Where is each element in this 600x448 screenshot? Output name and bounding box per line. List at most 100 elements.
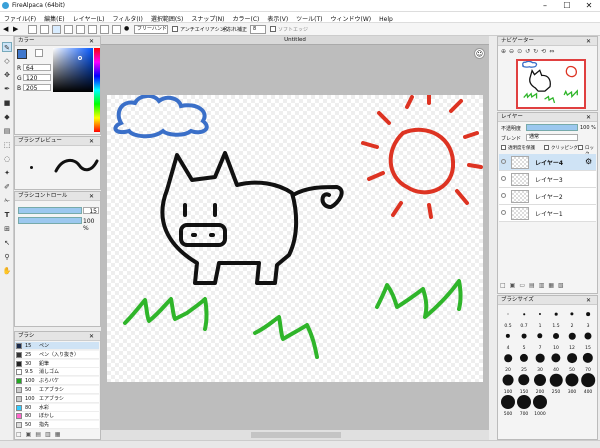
- draw-mode-select[interactable]: フリーハンド: [134, 25, 168, 34]
- brush-list-item[interactable]: 9.5 消しゴム: [15, 368, 99, 377]
- brush-size-option[interactable]: 1: [532, 306, 548, 329]
- brush-size-value[interactable]: 15: [83, 207, 99, 215]
- rotate-reset-icon[interactable]: ⟲: [541, 48, 549, 55]
- select-pen-tool-icon[interactable]: ✐: [2, 182, 12, 192]
- brush-list-item[interactable]: 80 ぼかし: [15, 412, 99, 421]
- snap-perspective-icon[interactable]: [100, 25, 109, 34]
- layer-settings-icon[interactable]: ⚙: [585, 157, 592, 166]
- panel-close-icon[interactable]: ✕: [89, 137, 94, 146]
- new-layer-icon[interactable]: □: [500, 282, 510, 289]
- select-eraser-tool-icon[interactable]: ✁: [2, 196, 12, 206]
- layer-visibility-icon[interactable]: [501, 159, 506, 164]
- antialias-checkbox[interactable]: [172, 26, 178, 32]
- delete-layer-icon[interactable]: ▧: [558, 282, 568, 289]
- flip-icon[interactable]: ⇔: [549, 48, 557, 55]
- brush-size-slider[interactable]: [18, 207, 82, 214]
- fill-tool-icon[interactable]: ■: [2, 98, 12, 108]
- import-brush-icon[interactable]: ▥: [45, 431, 55, 438]
- brush-size-option[interactable]: 40: [548, 350, 564, 373]
- brush-list-item[interactable]: 50 エアブラシ: [15, 386, 99, 394]
- panel-close-icon[interactable]: ✕: [89, 332, 94, 341]
- layer-visibility-icon[interactable]: [501, 193, 506, 198]
- brush-size-option[interactable]: 20: [500, 350, 516, 373]
- delete-brush-icon[interactable]: ▦: [55, 431, 65, 438]
- move-tool-icon[interactable]: ✥: [2, 70, 12, 80]
- brush-size-option[interactable]: 3: [580, 306, 596, 329]
- layer-opacity-slider[interactable]: [526, 124, 578, 131]
- brush-size-option[interactable]: 400: [580, 372, 596, 395]
- new-8bit-layer-icon[interactable]: ▣: [510, 282, 520, 289]
- brush-size-option[interactable]: 4: [500, 328, 516, 351]
- panel-close-icon[interactable]: ✕: [586, 113, 591, 122]
- close-button[interactable]: ✕: [578, 0, 600, 12]
- brush-size-option[interactable]: 700: [516, 394, 532, 417]
- soft-edge-checkbox[interactable]: [270, 26, 276, 32]
- select-tool-icon[interactable]: ⬚: [2, 140, 12, 150]
- brush-tool-icon[interactable]: ✎: [2, 42, 12, 52]
- snap-curve-icon[interactable]: [76, 25, 85, 34]
- brush-list-item[interactable]: 15 ペン: [15, 342, 99, 350]
- panel-close-icon[interactable]: ✕: [89, 37, 94, 46]
- next-icon[interactable]: ▶: [13, 25, 22, 34]
- brush-size-option[interactable]: 200: [532, 372, 548, 395]
- brush-size-option[interactable]: 1.5: [548, 306, 564, 329]
- clear-layer-icon[interactable]: ▦: [548, 282, 558, 289]
- brush-size-option[interactable]: 150: [516, 372, 532, 395]
- blend-mode-select[interactable]: 通常: [526, 134, 578, 141]
- brush-size-option[interactable]: 5: [516, 328, 532, 351]
- duplicate-layer-icon[interactable]: ▤: [529, 282, 539, 289]
- background-color-swatch[interactable]: [35, 49, 43, 57]
- eraser-tool-icon[interactable]: ◇: [2, 56, 12, 66]
- panel-close-icon[interactable]: ✕: [89, 192, 94, 201]
- drawing-canvas[interactable]: [107, 93, 483, 382]
- brush-size-option[interactable]: 50: [564, 350, 580, 373]
- pen-tool-icon[interactable]: ✒: [2, 84, 12, 94]
- snap-settings-icon[interactable]: [112, 25, 121, 34]
- snap-circle-icon[interactable]: [88, 25, 97, 34]
- horizontal-scrollbar[interactable]: [101, 430, 489, 440]
- brush-size-option[interactable]: 2: [564, 306, 580, 329]
- layer-visibility-icon[interactable]: [501, 176, 506, 181]
- bucket-tool-icon[interactable]: ◆: [2, 112, 12, 122]
- g-input[interactable]: 120: [23, 74, 51, 82]
- brush-list-item[interactable]: 100 ぶらバケ: [15, 377, 99, 386]
- saturation-value-picker[interactable]: [53, 48, 93, 92]
- snap-parallel-icon[interactable]: [40, 25, 49, 34]
- navigator-thumbnail[interactable]: [516, 59, 586, 109]
- protect-alpha-checkbox[interactable]: [501, 145, 506, 150]
- merge-layer-icon[interactable]: ▥: [539, 282, 549, 289]
- brush-list-item[interactable]: 30 鉛筆: [15, 359, 99, 368]
- brush-size-option[interactable]: 0.5: [500, 306, 516, 329]
- snap-grid-icon[interactable]: [52, 25, 61, 34]
- brush-size-option[interactable]: 500: [500, 394, 516, 417]
- clipping-checkbox[interactable]: [544, 145, 549, 150]
- brush-size-option[interactable]: 0.7: [516, 306, 532, 329]
- brush-size-option[interactable]: 12: [564, 328, 580, 351]
- zoom-in-icon[interactable]: ⊕: [501, 48, 509, 55]
- layer-row-2[interactable]: レイヤー2: [499, 188, 596, 205]
- brush-size-option[interactable]: 15: [580, 328, 596, 351]
- new-folder-icon[interactable]: ▭: [519, 282, 529, 289]
- brush-list-item[interactable]: 80 水彩: [15, 403, 99, 412]
- layer-visibility-icon[interactable]: [501, 210, 506, 215]
- brush-size-option[interactable]: 10: [548, 328, 564, 351]
- brush-settings-icon[interactable]: ▤: [35, 431, 45, 438]
- brush-size-option[interactable]: 25: [516, 350, 532, 373]
- duplicate-brush-icon[interactable]: ▣: [26, 431, 36, 438]
- minimize-button[interactable]: –: [534, 0, 556, 12]
- brush-opacity-slider[interactable]: [18, 217, 82, 224]
- layer-row-3[interactable]: レイヤー3: [499, 171, 596, 188]
- brush-size-option[interactable]: 30: [532, 350, 548, 373]
- brush-size-option[interactable]: 100: [500, 372, 516, 395]
- frame-divider-tool-icon[interactable]: ⊞: [2, 224, 12, 234]
- zoom-fit-icon[interactable]: ⊙: [517, 48, 525, 55]
- document-tab[interactable]: Untitled: [101, 36, 489, 45]
- snap-off-icon[interactable]: [28, 25, 37, 34]
- brush-list-item[interactable]: 25 ペン（入り抜き）: [15, 350, 99, 359]
- rotate-right-icon[interactable]: ↻: [533, 48, 541, 55]
- layer-row-1[interactable]: レイヤー1: [499, 205, 596, 222]
- new-brush-icon[interactable]: □: [16, 431, 26, 438]
- lasso-tool-icon[interactable]: ◌: [2, 154, 12, 164]
- panel-close-icon[interactable]: ✕: [586, 296, 591, 305]
- snap-more-icon[interactable]: ●: [124, 25, 133, 34]
